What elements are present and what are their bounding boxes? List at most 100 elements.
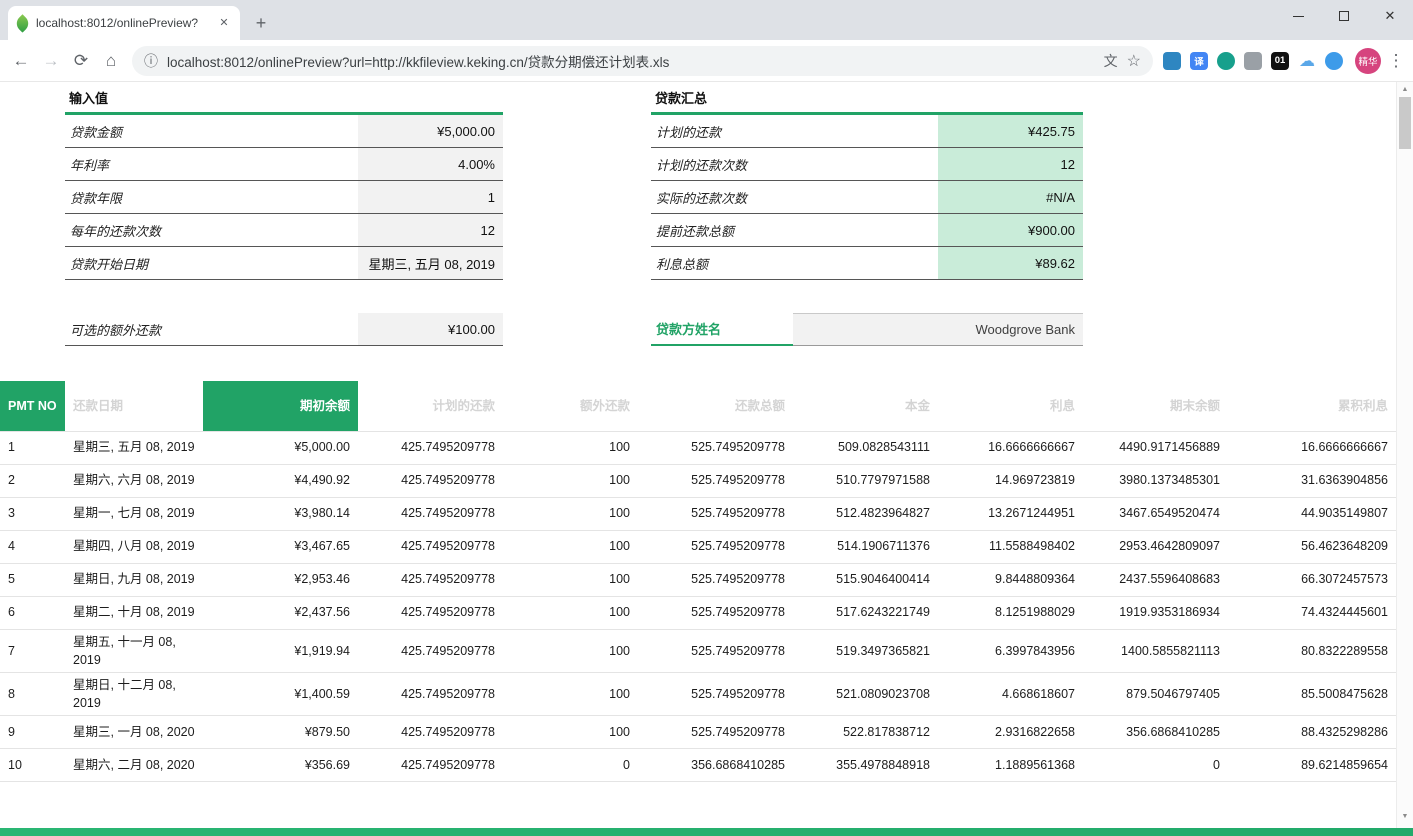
cell: 521.0809023708 <box>793 672 938 715</box>
profile-avatar[interactable]: 精华 <box>1355 48 1381 74</box>
cell: 13.2671244951 <box>938 497 1083 530</box>
input-row: 贷款年限1 <box>65 181 503 214</box>
cell: 2 <box>0 464 65 497</box>
vertical-scrollbar[interactable]: ▲ ▼ <box>1396 82 1413 836</box>
cell: 517.6243221749 <box>793 596 938 629</box>
url-text[interactable]: localhost:8012/onlinePreview?url=http://… <box>167 51 1095 71</box>
row-value: ¥5,000.00 <box>358 115 503 147</box>
home-button[interactable]: ⌂ <box>96 46 126 76</box>
new-tab-button[interactable]: + <box>248 10 274 36</box>
row-label: 贷款开始日期 <box>65 247 358 279</box>
cell: 510.7797971588 <box>793 464 938 497</box>
cell: 522.817838712 <box>793 716 938 749</box>
cell: 56.4623648209 <box>1228 530 1396 563</box>
cell: 星期六, 六月 08, 2019 <box>65 464 203 497</box>
bird-extension-icon[interactable] <box>1325 52 1343 70</box>
cell: 425.7495209778 <box>358 672 503 715</box>
opera-extension-icon[interactable] <box>1217 52 1235 70</box>
cell: 100 <box>503 672 638 715</box>
cell: 356.6868410285 <box>1083 716 1228 749</box>
summary-section-title: 贷款汇总 <box>651 85 1083 115</box>
cell: 100 <box>503 596 638 629</box>
cell: 425.7495209778 <box>358 431 503 464</box>
browser-tab[interactable]: localhost:8012/onlinePreview? ✕ <box>8 6 240 40</box>
cell: 425.7495209778 <box>358 464 503 497</box>
back-button[interactable]: ← <box>6 46 36 76</box>
scroll-up-arrow[interactable]: ▲ <box>1397 82 1413 97</box>
column-header: PMT NO <box>0 381 65 431</box>
cell: ¥3,980.14 <box>203 497 358 530</box>
table-row: 7星期五, 十一月 08, 2019¥1,919.94425.749520977… <box>0 629 1396 672</box>
row-value: ¥425.75 <box>938 115 1083 147</box>
input-row: 贷款开始日期星期三, 五月 08, 2019 <box>65 247 503 280</box>
page-info-icon[interactable]: ⓘ <box>144 51 158 71</box>
row-label: 提前还款总额 <box>651 214 938 246</box>
cell: ¥356.69 <box>203 749 358 782</box>
column-header: 本金 <box>793 381 938 431</box>
cell: 4.668618607 <box>938 672 1083 715</box>
amortization-table: PMT NO还款日期期初余额计划的还款额外还款还款总额本金利息期末余额累积利息 … <box>0 381 1396 782</box>
column-header: 累积利息 <box>1228 381 1396 431</box>
row-label: 可选的额外还款 <box>65 313 358 345</box>
column-header: 还款总额 <box>638 381 793 431</box>
cell: 525.7495209778 <box>638 497 793 530</box>
minimize-button[interactable] <box>1275 0 1321 32</box>
cell: 星期四, 八月 08, 2019 <box>65 530 203 563</box>
cell: 4 <box>0 530 65 563</box>
cell: 425.7495209778 <box>358 629 503 672</box>
row-value: 4.00% <box>358 148 503 180</box>
cell: 100 <box>503 629 638 672</box>
tab-close-icon[interactable]: ✕ <box>216 15 232 31</box>
lender-value: Woodgrove Bank <box>793 313 1083 346</box>
anchor-extension-icon[interactable] <box>1244 52 1262 70</box>
extra-payment-row: 可选的额外还款 ¥100.00 <box>65 313 503 346</box>
cell: 355.4978848918 <box>793 749 938 782</box>
address-bar[interactable]: ⓘ localhost:8012/onlinePreview?url=http:… <box>132 46 1153 76</box>
translate-icon[interactable]: 文 <box>1104 51 1118 71</box>
cell: 星期日, 十二月 08, 2019 <box>65 672 203 715</box>
cell: 星期五, 十一月 08, 2019 <box>65 629 203 672</box>
summary-row: 利息总额¥89.62 <box>651 247 1083 280</box>
translate-extension-icon[interactable]: 译 <box>1190 52 1208 70</box>
tab-title: localhost:8012/onlinePreview? <box>36 16 209 30</box>
table-row: 10星期六, 二月 08, 2020¥356.69425.74952097780… <box>0 749 1396 782</box>
cell: 16.6666666667 <box>1228 431 1396 464</box>
extension-strip: 译 01 ☁ <box>1163 52 1343 70</box>
row-value: #N/A <box>938 181 1083 213</box>
cell: 74.4324445601 <box>1228 596 1396 629</box>
cell: 425.7495209778 <box>358 497 503 530</box>
cell: 0 <box>1083 749 1228 782</box>
cell: 6 <box>0 596 65 629</box>
close-button[interactable]: ✕ <box>1367 0 1413 32</box>
cell: 8.1251988029 <box>938 596 1083 629</box>
cloud-extension-icon[interactable]: ☁ <box>1298 52 1316 70</box>
summary-row: 提前还款总额¥900.00 <box>651 214 1083 247</box>
browser-menu-icon[interactable]: ⋮ <box>1385 51 1407 71</box>
row-label: 计划的还款 <box>651 115 938 147</box>
row-label: 实际的还款次数 <box>651 181 938 213</box>
cell: 425.7495209778 <box>358 563 503 596</box>
cell: 512.4823964827 <box>793 497 938 530</box>
cell: 66.3072457573 <box>1228 563 1396 596</box>
summary-row: 计划的还款次数12 <box>651 148 1083 181</box>
row-label: 年利率 <box>65 148 358 180</box>
cell: 100 <box>503 563 638 596</box>
row-value: 星期三, 五月 08, 2019 <box>358 247 503 279</box>
cell: 525.7495209778 <box>638 629 793 672</box>
cell: 1919.9353186934 <box>1083 596 1228 629</box>
shield-extension-icon[interactable] <box>1163 52 1181 70</box>
scroll-down-arrow[interactable]: ▼ <box>1397 809 1413 824</box>
cell: 514.1906711376 <box>793 530 938 563</box>
cell: 8 <box>0 672 65 715</box>
scrollbar-thumb[interactable] <box>1399 97 1411 149</box>
forward-button[interactable]: → <box>36 46 66 76</box>
schedule-header-row: PMT NO还款日期期初余额计划的还款额外还款还款总额本金利息期末余额累积利息 <box>0 381 1396 431</box>
refresh-button[interactable]: ⟳ <box>66 46 96 76</box>
browser-toolbar: ← → ⟳ ⌂ ⓘ localhost:8012/onlinePreview?u… <box>0 40 1413 82</box>
cell: 31.6363904856 <box>1228 464 1396 497</box>
bookmark-star-icon[interactable]: ☆ <box>1127 51 1141 71</box>
column-header: 期初余额 <box>203 381 358 431</box>
row-label: 计划的还款次数 <box>651 148 938 180</box>
maximize-button[interactable] <box>1321 0 1367 32</box>
badge-01-extension-icon[interactable]: 01 <box>1271 52 1289 70</box>
